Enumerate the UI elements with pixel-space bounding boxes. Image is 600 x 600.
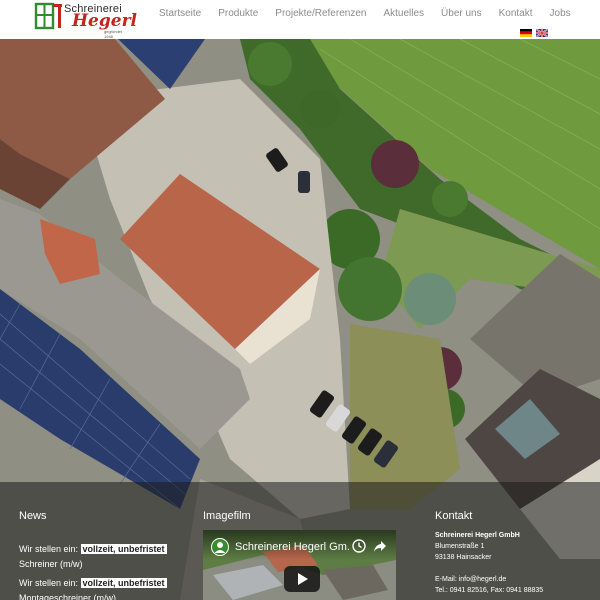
watch-later-icon[interactable]: [352, 539, 366, 553]
news-item-2-highlight: vollzeit, unbefristet: [80, 578, 167, 588]
contact-phone: Tel.: 0941 82516, Fax: 0941 88835: [435, 587, 544, 594]
logo-text-founded: gegründet 1948: [104, 29, 123, 39]
news-title: News: [19, 510, 47, 522]
imagefilm-video[interactable]: Schreinerei Hegerl Gm...: [203, 530, 396, 600]
contact-company: Schreinerei Hegerl GmbH: [435, 532, 520, 539]
imagefilm-title: Imagefilm: [203, 510, 251, 522]
contact-email[interactable]: E-Mail: info@hegerl.de: [435, 576, 506, 583]
gb-flag-icon[interactable]: [536, 29, 548, 37]
play-button[interactable]: [284, 566, 320, 592]
site-header: Schreinerei Hegerl gegründet 1948 Starts…: [0, 0, 600, 39]
nav-item-projekte[interactable]: Projekte/Referenzen: [275, 8, 366, 22]
news-item-1-role[interactable]: Schreiner (m/w): [19, 559, 83, 569]
language-switcher: [516, 29, 548, 37]
contact-street: Blumenstraße 1: [435, 543, 485, 550]
news-item-2-prefix: Wir stellen ein:: [19, 578, 79, 588]
nav-item-startseite[interactable]: Startseite: [159, 8, 201, 22]
site-logo[interactable]: Schreinerei Hegerl gegründet 1948: [34, 2, 137, 39]
logo-window-icon: [34, 2, 62, 30]
news-item-1-headline[interactable]: Wir stellen ein: vollzeit, unbefristet: [19, 544, 167, 554]
nav-item-ueber-uns[interactable]: Über uns: [441, 8, 482, 22]
de-flag-icon[interactable]: [520, 29, 532, 37]
contact-city: 93138 Hainsacker: [435, 554, 492, 561]
play-icon: [298, 573, 308, 585]
main-nav: Startseite Produkte Projekte/Referenzen …: [159, 8, 571, 22]
news-item-2-headline[interactable]: Wir stellen ein: vollzeit, unbefristet: [19, 578, 167, 588]
share-icon[interactable]: [373, 539, 387, 553]
nav-item-produkte[interactable]: Produkte: [218, 8, 258, 22]
nav-item-aktuelles[interactable]: Aktuelles: [383, 8, 424, 22]
news-item-1-prefix: Wir stellen ein:: [19, 544, 79, 554]
nav-item-kontakt[interactable]: Kontakt: [499, 8, 533, 22]
news-item-1-highlight: vollzeit, unbefristet: [80, 544, 167, 554]
footer-overlay: News Wir stellen ein: vollzeit, unbefris…: [0, 482, 600, 600]
news-item-2-role[interactable]: Montageschreiner (m/w): [19, 593, 116, 600]
nav-item-jobs[interactable]: Jobs: [550, 8, 571, 22]
video-title[interactable]: Schreinerei Hegerl Gm...: [235, 541, 350, 553]
user-avatar-icon: [214, 542, 226, 553]
logo-text-brand: Hegerl: [72, 11, 137, 31]
channel-avatar[interactable]: [211, 538, 229, 556]
contact-title: Kontakt: [435, 510, 473, 522]
